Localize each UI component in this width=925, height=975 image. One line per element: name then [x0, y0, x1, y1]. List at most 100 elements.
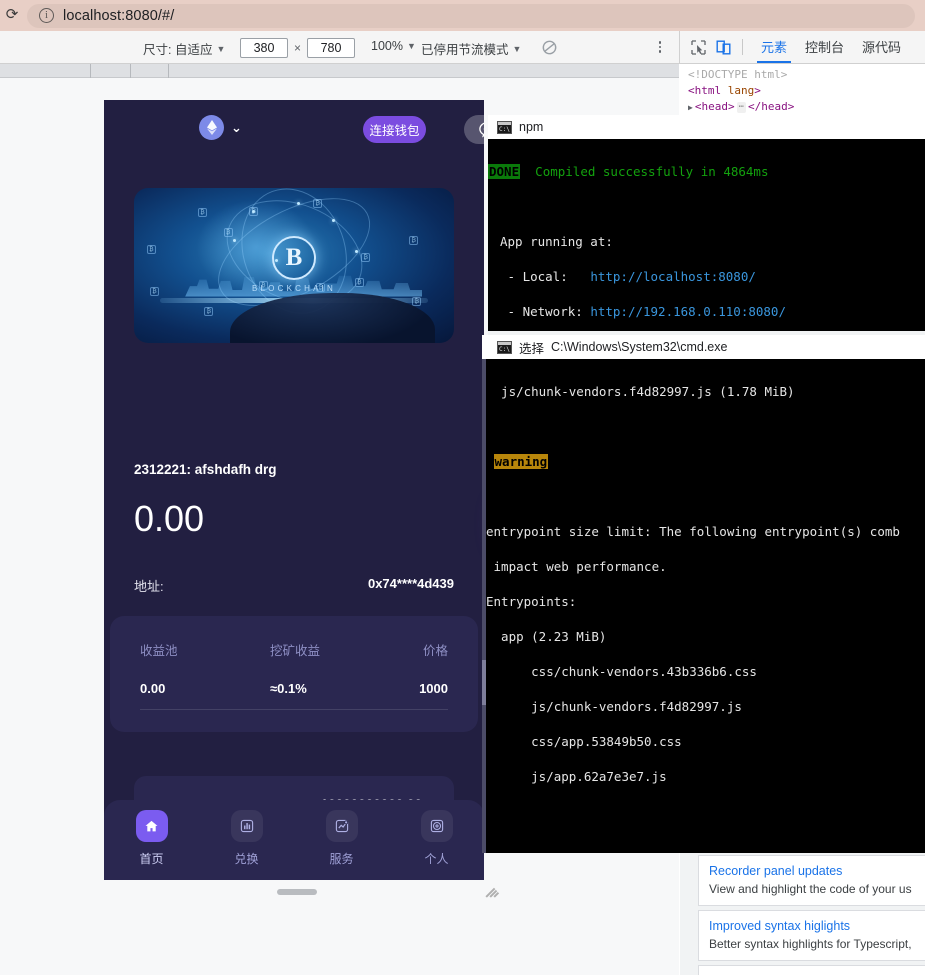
npm-terminal-window[interactable]: C:\ npm DONE Compiled successfully in 48…: [488, 115, 925, 331]
reload-icon[interactable]: ⟳: [4, 7, 20, 23]
cmd-app-size: app (2.23 MiB): [486, 628, 925, 646]
cmd-scrollbar-track[interactable]: [482, 359, 486, 853]
devtools-header: 元素 控制台 源代码: [680, 31, 925, 64]
cmd-entrypoint-1: entrypoint size limit: The following ent…: [486, 523, 925, 541]
cmd-chunk-line: js/chunk-vendors.f4d82997.js (1.78 MiB): [486, 383, 925, 401]
screen-root: ⟳ i localhost:8080/#/ 尺寸: 自适应 ▼ 380 × 78…: [0, 0, 925, 975]
hex-marker-icon: ₿: [409, 236, 418, 245]
notice-card[interactable]: Recorder panel updates View and highligh…: [698, 855, 925, 906]
viewport-width-input[interactable]: 380: [240, 38, 288, 58]
notice-title[interactable]: Improved syntax higlights: [709, 918, 919, 934]
stat-value: ≈0.1%: [270, 681, 320, 696]
viewport-height-input[interactable]: 780: [307, 38, 355, 58]
chain-selector[interactable]: ⌄: [199, 115, 242, 140]
devtools-whatsnew-panel: Recorder panel updates View and highligh…: [680, 853, 925, 975]
zoom-dropdown[interactable]: 100% ▼: [371, 39, 416, 53]
address-bar-url[interactable]: localhost:8080/#/: [63, 7, 174, 25]
notice-card[interactable]: Improved syntax higlights Better syntax …: [698, 910, 925, 961]
tab-sources[interactable]: 源代码: [853, 31, 910, 63]
trend-up-icon: [326, 810, 358, 842]
dom-line-html[interactable]: <html lang>: [688, 83, 925, 99]
stat-header: 价格: [388, 640, 448, 659]
dom-line-doctype[interactable]: <!DOCTYPE html>: [688, 67, 925, 83]
npm-local-line: - Local: http://localhost:8080/: [488, 268, 925, 286]
notice-card[interactable]: [698, 965, 925, 975]
devtools-header-divider: [742, 39, 743, 55]
hex-marker-icon: ₿: [249, 207, 258, 216]
npm-done-line: DONE Compiled successfully in 4864ms: [488, 163, 925, 181]
stat-header: 收益池: [140, 640, 178, 659]
dom-line-head[interactable]: ▶<head>⋯</head>: [688, 99, 925, 115]
hex-marker-icon: ₿: [224, 228, 233, 237]
cmd-terminal-title-prefix: 选择: [519, 338, 544, 357]
tab-console[interactable]: 控制台: [796, 31, 853, 63]
hex-marker-icon: ₿: [147, 245, 156, 254]
dimension-separator: ×: [294, 41, 301, 55]
npm-local-url[interactable]: http://localhost:8080/: [590, 269, 756, 284]
address-value[interactable]: 0x74****4d439: [368, 576, 454, 591]
connect-wallet-button[interactable]: 连接钱包: [363, 116, 426, 143]
stat-header: 挖矿收益: [270, 640, 320, 659]
plus-square-icon: [421, 810, 453, 842]
viewport-ruler: [0, 64, 679, 78]
device-toolbar-icon[interactable]: [715, 39, 732, 56]
cmd-terminal-titlebar[interactable]: C:\ 选择 C:\Windows\System32\cmd.exe: [482, 335, 925, 359]
no-throttling-icon[interactable]: [541, 39, 558, 56]
zoom-label: 100%: [371, 39, 403, 53]
npm-terminal-body: DONE Compiled successfully in 4864ms App…: [488, 139, 925, 331]
chevron-down-icon: ▼: [407, 41, 416, 51]
cmd-icon: C:\: [497, 341, 512, 354]
throttle-dropdown[interactable]: 已停用节流模式 ▼: [421, 39, 521, 58]
chevron-down-icon: ▼: [513, 44, 522, 54]
tab-profile[interactable]: 个人: [389, 810, 484, 867]
notice-title[interactable]: Recorder panel updates: [709, 863, 919, 879]
device-drag-handle[interactable]: [277, 889, 317, 895]
hex-marker-icon: ₿: [361, 253, 370, 262]
throttle-label: 已停用节流模式: [421, 39, 509, 58]
hex-marker-icon: ₿: [204, 307, 213, 316]
cmd-terminal-window[interactable]: C:\ 选择 C:\Windows\System32\cmd.exe js/ch…: [482, 335, 925, 853]
npm-app-running: App running at:: [488, 233, 925, 251]
device-resize-handle[interactable]: [485, 883, 501, 899]
stat-mining: 挖矿收益 ≈0.1%: [270, 640, 320, 696]
hex-marker-icon: ₿: [198, 208, 207, 217]
hex-marker-icon: ₿: [355, 278, 364, 287]
devtools-dom-tree: <!DOCTYPE html> <html lang> ▶<head>⋯</he…: [680, 64, 925, 117]
cmd-entrypoints-label: Entrypoints:: [486, 593, 925, 611]
stat-value: 1000: [388, 681, 448, 696]
inspect-element-icon[interactable]: [690, 39, 707, 56]
collapsed-children-icon[interactable]: ⋯: [737, 102, 746, 113]
cmd-app-asset: js/app.62a7e3e7.js: [486, 768, 925, 786]
tab-service[interactable]: 服务: [294, 810, 389, 867]
cmd-scrollbar-thumb[interactable]: [482, 660, 486, 705]
tab-service-label: 服务: [329, 850, 353, 867]
address-bar[interactable]: i localhost:8080/#/: [27, 4, 915, 28]
stat-pool: 收益池 0.00: [140, 640, 178, 696]
network-node: [355, 250, 358, 253]
device-size-label: 尺寸: 自适应: [143, 39, 212, 58]
chevron-down-icon: ▼: [216, 44, 225, 54]
app-header: ⌄ 连接钱包 ★ ⌄: [104, 100, 484, 160]
cmd-terminal-title-path: C:\Windows\System32\cmd.exe: [551, 340, 727, 354]
npm-network-url[interactable]: http://192.168.0.110:8080/: [590, 304, 786, 319]
tab-exchange[interactable]: 兑换: [199, 810, 294, 867]
ethereum-icon: [199, 115, 224, 140]
whatsnew-gutter: [680, 853, 698, 975]
info-icon[interactable]: i: [39, 8, 54, 23]
stat-price: 价格 1000: [388, 640, 448, 696]
expand-triangle-icon[interactable]: ▶: [688, 103, 693, 112]
tab-exchange-label: 兑换: [234, 850, 258, 867]
blockchain-banner[interactable]: ₿ ₿ ₿ ₿ ₿ ₿ ₿ ₿ ₿ ₿ ₿ ₿ ₿ B BLOCKCHAIN: [134, 188, 454, 343]
more-options-icon[interactable]: [653, 39, 667, 55]
device-size-dropdown[interactable]: 尺寸: 自适应 ▼: [143, 39, 225, 58]
device-viewport: ⌄ 连接钱包 ★ ⌄: [104, 100, 484, 880]
stats-card: 收益池 0.00 挖矿收益 ≈0.1% 价格 1000: [110, 616, 478, 732]
hex-marker-icon: ₿: [150, 287, 159, 296]
npm-terminal-titlebar[interactable]: C:\ npm: [488, 115, 925, 139]
notice-desc: View and highlight the code of your us: [709, 881, 919, 897]
browser-omnibox-bar: ⟳ i localhost:8080/#/: [0, 0, 925, 31]
tab-elements[interactable]: 元素: [752, 31, 796, 63]
address-label: 地址:: [134, 576, 164, 595]
chat-bubble-icon[interactable]: [478, 120, 484, 139]
tab-home[interactable]: 首页: [104, 810, 199, 867]
